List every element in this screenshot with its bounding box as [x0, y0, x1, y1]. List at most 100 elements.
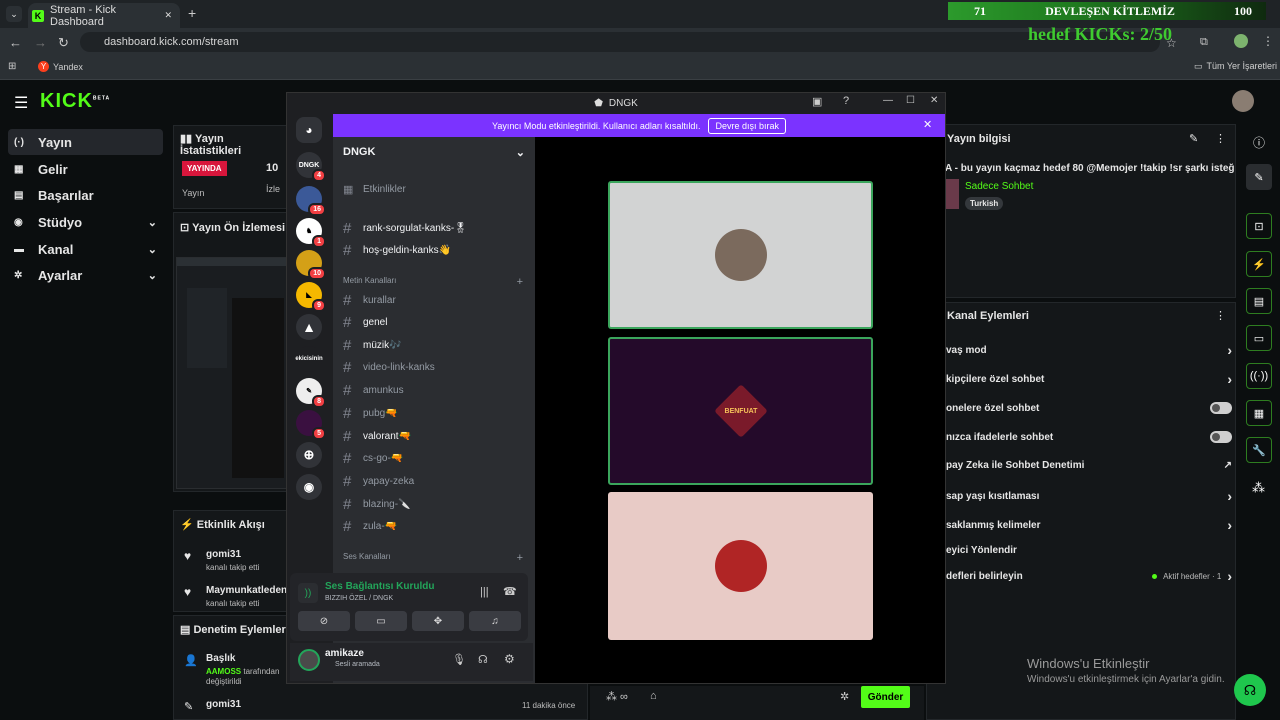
tab-list-button[interactable]: ⌄ — [6, 6, 22, 22]
chat-rail-icon[interactable]: ▭ — [1246, 325, 1272, 351]
action-row[interactable]: sap yaşı kısıtlaması › — [946, 488, 1232, 504]
action-row[interactable]: vaş mod › — [946, 342, 1232, 358]
add-server-icon[interactable]: ⊕ — [296, 442, 322, 468]
channel-item[interactable]: # pubg🔫 — [343, 403, 528, 423]
channel-item[interactable]: # zula-🔫 — [343, 516, 528, 536]
channel-item[interactable]: # genel — [343, 312, 528, 332]
capture-rail-icon[interactable]: ⊡ — [1246, 213, 1272, 239]
browser-tab[interactable]: K Stream - Kick Dashboard ✕ — [28, 3, 180, 28]
yandex-bookmark[interactable]: Y Yandex — [38, 61, 83, 72]
profile-avatar[interactable] — [1234, 34, 1248, 48]
camera-off-button[interactable]: ⊘ — [298, 611, 350, 631]
server-icon[interactable]: 16 — [296, 186, 326, 216]
discover-icon[interactable]: ◉ — [296, 474, 322, 500]
url-bar[interactable]: dashboard.kick.com/stream — [80, 32, 1160, 52]
channel-item[interactable]: # müzik🎶 — [343, 335, 528, 355]
channel-item[interactable]: # amunkus — [343, 380, 528, 400]
action-row[interactable]: defleri belirleyin Aktif hedefler · 1 › — [946, 568, 1232, 584]
voice-category[interactable]: Ses Kanalları + — [343, 552, 523, 564]
discord-home-icon[interactable]: ◕ — [296, 117, 322, 143]
banner-close-icon[interactable]: ✕ — [923, 118, 932, 131]
discord-username[interactable]: amikaze — [325, 648, 364, 659]
channel-item[interactable]: # hoş-geldin-kanks👋 — [343, 240, 528, 260]
channel-item[interactable]: # video-link-kanks — [343, 357, 528, 377]
bolt-rail-icon[interactable]: ⚡ — [1246, 251, 1272, 277]
server-icon[interactable]: DNGK 4 — [296, 152, 326, 182]
channel-item[interactable]: # yapay-zeka — [343, 471, 528, 491]
extensions-icon[interactable]: ⧉ — [1200, 36, 1208, 49]
voice-channel-name[interactable]: BIZZIH ÖZEL / DNGK — [325, 595, 393, 602]
user-avatar[interactable] — [1232, 90, 1254, 112]
store-icon[interactable]: ⌂ — [650, 690, 657, 702]
voice-status[interactable]: Ses Bağlantısı Kuruldu — [325, 581, 434, 592]
video-tile[interactable] — [608, 492, 873, 640]
inbox-icon[interactable]: ▣ — [812, 95, 822, 108]
apps-rail-icon[interactable]: ⁂ — [1252, 480, 1265, 496]
nav-kanal[interactable]: ▬ Kanal ⌄ — [8, 236, 163, 262]
server-icon[interactable]: ✎ 8 — [296, 378, 326, 408]
user-settings-icon[interactable]: ⚙ — [504, 652, 515, 666]
edit-rail-icon[interactable]: ✎ — [1246, 164, 1272, 190]
back-icon[interactable]: ← — [9, 35, 22, 50]
channel-item[interactable]: # valorant🔫 — [343, 426, 528, 446]
headphones-icon[interactable]: ☊ — [478, 653, 488, 666]
apps-icon[interactable]: ⊞ — [8, 61, 16, 72]
notes-rail-icon[interactable]: ▤ — [1246, 288, 1272, 314]
server-icon[interactable]: ♞ 1 — [296, 218, 326, 248]
maximize-icon[interactable]: ☐ — [906, 95, 915, 106]
server-icon[interactable]: 5 — [296, 410, 326, 440]
action-row[interactable]: pay Zeka ile Sohbet Denetimi ↗ — [946, 460, 1232, 471]
events-item[interactable]: ▦ Etkinlikler — [343, 179, 528, 199]
minimize-icon[interactable]: — — [883, 95, 893, 106]
action-row[interactable]: eyici Yönlendir — [946, 545, 1232, 556]
video-tile[interactable] — [608, 181, 873, 329]
new-tab-button[interactable]: + — [188, 5, 196, 21]
channel-item[interactable]: # rank-sorgulat-kanks-🎖 — [343, 218, 528, 238]
forward-icon[interactable]: → — [34, 35, 47, 50]
server-icon[interactable]: ekicisinin — [295, 346, 323, 372]
server-icon[interactable]: ▲ — [296, 314, 322, 340]
close-icon[interactable]: ✕ — [930, 95, 938, 106]
discord-user-avatar[interactable] — [298, 649, 320, 671]
info-icon[interactable]: ⓘ — [1253, 134, 1265, 151]
send-button[interactable]: Gönder — [861, 686, 910, 708]
channel-item[interactable]: # cs-go-🔫 — [343, 448, 528, 468]
more-icon[interactable]: ⋮ — [1215, 309, 1226, 322]
activities-button[interactable]: ✥ — [412, 611, 464, 631]
help-icon[interactable]: ? — [843, 95, 849, 107]
tab-close-icon[interactable]: ✕ — [164, 10, 180, 21]
category-link[interactable]: Sadece Sohbet — [965, 181, 1033, 192]
subscribers-only-toggle[interactable] — [1210, 402, 1232, 414]
browser-menu-icon[interactable]: ⋮ — [1262, 34, 1274, 48]
reload-icon[interactable]: ↻ — [58, 35, 69, 51]
disconnect-icon[interactable]: ☎ — [503, 585, 517, 598]
support-chat-icon[interactable]: ☊ — [1234, 674, 1266, 706]
mod-item-user[interactable]: AAMOSS — [206, 667, 241, 676]
mic-icon[interactable]: 🎙 — [452, 653, 466, 666]
video-tile[interactable]: BENFUAT — [608, 337, 873, 485]
kick-logo[interactable]: KICKBETA — [40, 90, 110, 113]
noise-suppression-icon[interactable]: ||| — [480, 586, 489, 598]
text-category[interactable]: Metin Kanalları + — [343, 276, 523, 288]
nav-basarilar[interactable]: ▤ Başarılar — [8, 182, 163, 208]
screen-share-button[interactable]: ▭ — [355, 611, 407, 631]
soundboard-button[interactable]: ♫ — [469, 611, 521, 631]
channel-item[interactable]: # kurallar — [343, 290, 528, 310]
add-channel-icon[interactable]: + — [517, 276, 523, 288]
server-header[interactable]: DNGK ⌄ — [343, 146, 525, 159]
more-icon[interactable]: ⋮ — [1215, 132, 1226, 145]
action-row[interactable]: kipçilere özel sohbet › — [946, 371, 1232, 387]
channel-item[interactable]: # blazing-🔪 — [343, 494, 528, 514]
action-row[interactable]: saklanmış kelimeler › — [946, 517, 1232, 533]
nav-gelir[interactable]: ▦ Gelir — [8, 156, 163, 182]
pencil-icon[interactable]: ✎ — [1189, 132, 1198, 145]
nav-yayin[interactable]: (·) Yayın — [8, 129, 163, 155]
all-bookmarks[interactable]: ▭ Tüm Yer İşaretleri — [1194, 61, 1277, 72]
emote-icon[interactable]: ⁂ ∞ — [606, 690, 628, 703]
nav-ayarlar[interactable]: ✲ Ayarlar ⌄ — [8, 262, 163, 288]
server-icon[interactable]: 10 — [296, 250, 326, 280]
bookmark-star-icon[interactable]: ☆ — [1166, 36, 1177, 50]
tools-rail-icon[interactable]: 🔧 — [1246, 437, 1272, 463]
broadcast-rail-icon[interactable]: ((·)) — [1246, 363, 1272, 389]
disable-streamer-mode-button[interactable]: Devre dışı bırak — [708, 117, 786, 134]
